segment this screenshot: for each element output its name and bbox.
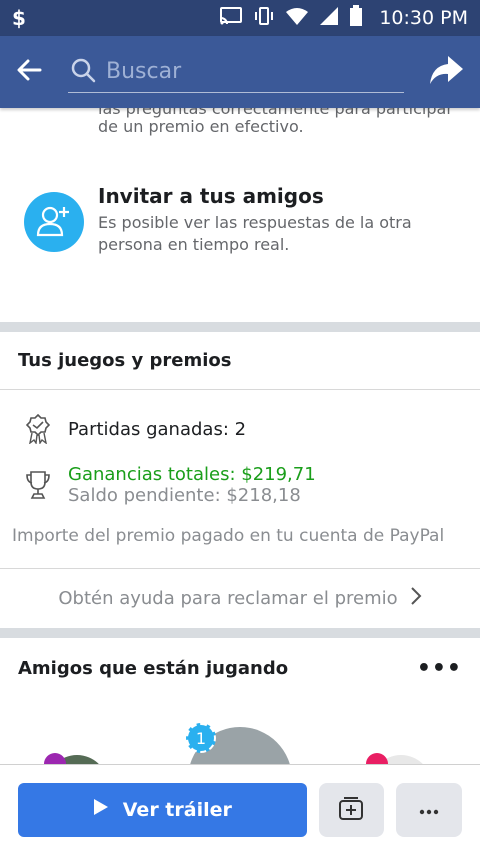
more-dots-icon bbox=[419, 800, 439, 819]
share-button[interactable] bbox=[424, 54, 464, 90]
vibrate-icon bbox=[253, 6, 275, 31]
play-icon bbox=[93, 798, 109, 821]
more-options-button[interactable]: ••• bbox=[417, 656, 462, 681]
add-to-collection-button[interactable] bbox=[318, 782, 385, 837]
invite-avatar bbox=[24, 192, 84, 252]
back-arrow-icon bbox=[16, 59, 42, 85]
chevron-right-icon bbox=[410, 586, 422, 611]
battery-icon bbox=[349, 4, 363, 32]
section-divider bbox=[0, 322, 480, 332]
watch-trailer-label: Ver tráiler bbox=[122, 798, 232, 821]
paypal-note: Importe del premio pagado en tu cuenta d… bbox=[12, 526, 445, 546]
intro-section: las preguntas correctamente para partici… bbox=[0, 108, 480, 322]
pending-balance: Saldo pendiente: $218,18 bbox=[68, 485, 301, 506]
clock: 10:30 PM bbox=[379, 7, 468, 29]
claim-help-label: Obtén ayuda para reclamar el premio bbox=[58, 588, 398, 609]
status-bar: $ 10:30 PM bbox=[0, 0, 480, 36]
back-button[interactable] bbox=[16, 59, 68, 85]
invite-title: Invitar a tus amigos bbox=[98, 184, 324, 208]
add-box-icon bbox=[338, 795, 364, 825]
section-divider bbox=[0, 628, 480, 638]
cast-icon bbox=[219, 6, 243, 31]
games-won: Partidas ganadas: 2 bbox=[68, 418, 247, 440]
app-bar: Buscar bbox=[0, 36, 480, 108]
more-button[interactable] bbox=[396, 782, 462, 837]
search-field[interactable]: Buscar bbox=[68, 51, 404, 93]
wins-row: Partidas ganadas: 2 bbox=[24, 414, 456, 444]
search-icon bbox=[70, 57, 96, 87]
search-placeholder: Buscar bbox=[106, 59, 182, 84]
watch-trailer-button[interactable]: Ver tráiler bbox=[18, 782, 307, 837]
friends-title: Amigos que están jugando bbox=[18, 658, 289, 679]
friend-badge: 1 bbox=[186, 723, 216, 753]
earnings-row: Ganancias totales: $219,71 Saldo pendien… bbox=[24, 464, 456, 506]
carrier-indicator: $ bbox=[12, 6, 26, 30]
signal-icon bbox=[319, 6, 339, 31]
invite-friends-row[interactable]: Invitar a tus amigos Es posible ver las … bbox=[18, 144, 462, 322]
games-prizes-card: Tus juegos y premios Partidas ganadas: 2… bbox=[0, 332, 480, 628]
invite-description: Es posible ver las respuestas de la otra… bbox=[98, 213, 412, 254]
wifi-icon bbox=[285, 6, 309, 31]
intro-line: de un premio en efectivo. bbox=[98, 117, 304, 136]
total-earnings: Ganancias totales: $219,71 bbox=[68, 464, 316, 485]
bottom-action-bar: Ver tráiler bbox=[0, 764, 480, 854]
games-title: Tus juegos y premios bbox=[0, 332, 480, 390]
trophy-icon bbox=[24, 470, 52, 500]
share-arrow-icon bbox=[428, 54, 464, 90]
badge-icon bbox=[24, 414, 52, 444]
add-person-icon bbox=[36, 203, 72, 241]
claim-help-link[interactable]: Obtén ayuda para reclamar el premio bbox=[0, 568, 480, 628]
